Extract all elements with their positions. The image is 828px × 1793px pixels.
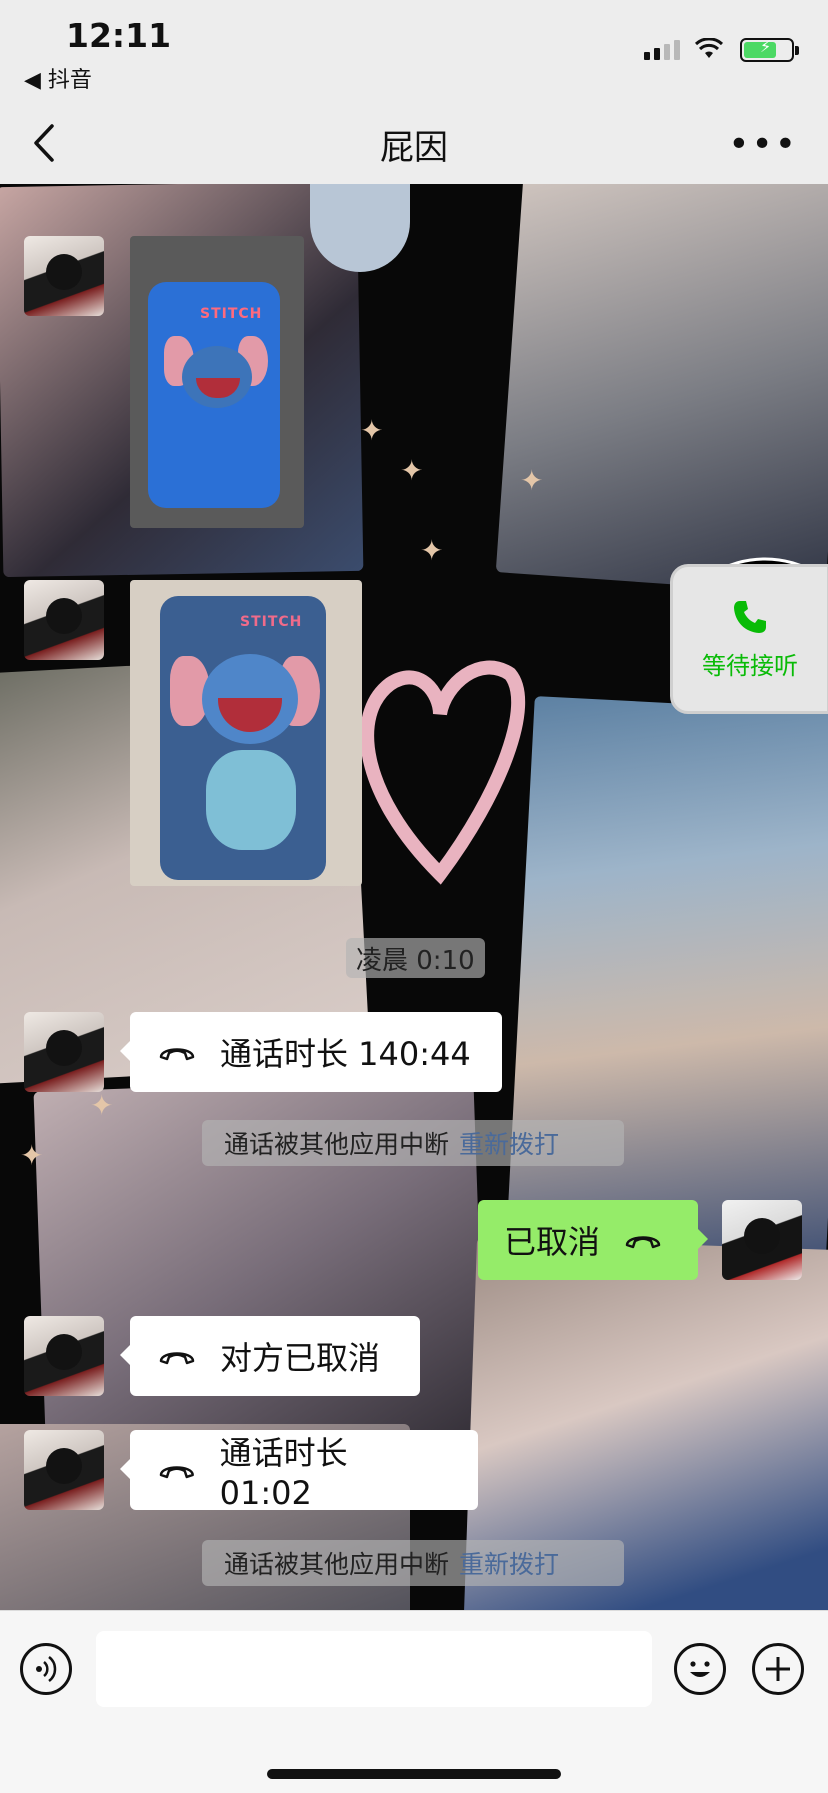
call-waiting-widget[interactable]: 等待接听 (670, 564, 828, 714)
star-decoration: ✦ (20, 1139, 44, 1172)
case-label: STITCH (200, 306, 263, 322)
plus-icon (766, 1657, 790, 1681)
case-label: STITCH (240, 614, 303, 630)
my-avatar[interactable] (722, 1200, 802, 1280)
home-indicator[interactable] (267, 1769, 561, 1779)
timestamp: 凌晨 0:10 (346, 938, 485, 978)
call-record-bubble-self[interactable]: 已取消 (478, 1200, 708, 1280)
timestamp-text: 凌晨 0:10 (356, 945, 475, 976)
stitch-face (182, 346, 252, 408)
stitch-body (206, 750, 296, 850)
battery-icon: ⚡ (740, 37, 799, 62)
call-record-bubble[interactable]: 通话时长 140:44 (120, 1012, 502, 1092)
phone-hangup-icon (159, 1466, 194, 1479)
status-time: 12:11 (66, 16, 172, 55)
system-notice: 通话被其他应用中断 重新拨打 (202, 1540, 624, 1586)
redial-link[interactable]: 重新拨打 (459, 1125, 559, 1161)
star-decoration: ✦ (90, 1089, 114, 1122)
phone-icon (734, 600, 766, 633)
interrupted-text: 通话被其他应用中断 (224, 1550, 450, 1579)
phone-hangup-icon (159, 1048, 195, 1061)
call-waiting-label: 等待接听 (702, 651, 798, 680)
chat-title: 屁因 (380, 128, 448, 168)
image-message[interactable]: STITCH (130, 236, 304, 528)
system-notice: 通话被其他应用中断 重新拨打 (202, 1120, 624, 1166)
emoji-button[interactable] (674, 1643, 726, 1695)
star-decoration: ✦ (360, 414, 384, 447)
image-message[interactable]: STITCH (130, 580, 362, 886)
call-record-bubble[interactable]: 对方已取消 (120, 1316, 420, 1396)
contact-avatar[interactable] (24, 1430, 104, 1510)
phone-hangup-icon (625, 1236, 661, 1249)
signal-icon (644, 40, 680, 60)
voice-icon (36, 1656, 57, 1682)
other-cancelled-text: 对方已取消 (220, 1339, 381, 1377)
star-decoration: ✦ (420, 534, 444, 567)
star-decoration: ✦ (400, 454, 424, 487)
more-options-icon[interactable]: ••• (728, 124, 798, 165)
interrupted-text: 通话被其他应用中断 (224, 1130, 450, 1159)
wifi-icon (694, 38, 724, 58)
contact-avatar[interactable] (24, 236, 104, 316)
contact-avatar[interactable] (24, 580, 104, 660)
emoji-icon (690, 1661, 710, 1677)
background-photo (505, 696, 828, 1272)
redial-link[interactable]: 重新拨打 (459, 1545, 559, 1581)
call-duration-text: 通话时长 01:02 (219, 1434, 348, 1512)
cancelled-text: 已取消 (504, 1223, 601, 1261)
call-record-bubble[interactable]: 通话时长 01:02 (120, 1430, 478, 1512)
more-functions-button[interactable] (752, 1643, 804, 1695)
chat-message-area[interactable]: ✦ ✦ ✦ ✦ ✦ ✦ STITCH STITCH 凌晨 0:10 通话时长 1… (0, 184, 828, 1610)
star-decoration: ✦ (520, 464, 544, 497)
voice-input-button[interactable] (20, 1643, 72, 1695)
contact-avatar[interactable] (24, 1316, 104, 1396)
chat-header: 屁因 ••• (0, 102, 828, 184)
heart-decoration (360, 660, 526, 885)
status-bar: 12:11 ◀ 抖音 ⚡ (0, 0, 828, 102)
background-photo (495, 184, 828, 595)
call-duration-text: 通话时长 140:44 (220, 1035, 471, 1073)
phone-hangup-icon (159, 1352, 195, 1365)
input-bar (0, 1610, 828, 1793)
contact-avatar[interactable] (24, 1012, 104, 1092)
back-to-app-link[interactable]: ◀ 抖音 (24, 62, 92, 94)
message-input[interactable] (96, 1631, 652, 1707)
